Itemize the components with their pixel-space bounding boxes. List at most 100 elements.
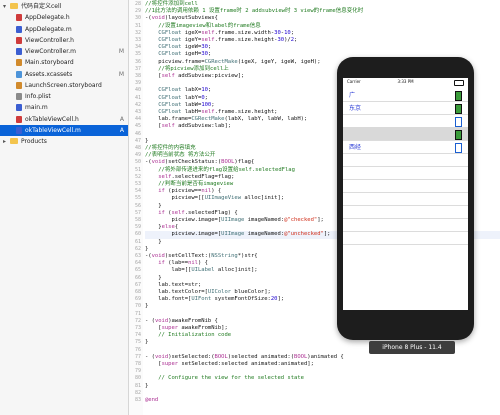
navigator-item[interactable]: main.m <box>0 102 128 113</box>
code-line[interactable]: -(void)layoutSubviews{ <box>145 15 500 22</box>
file-icon <box>16 48 22 55</box>
unchecked-icon <box>455 143 462 153</box>
line-number: 77 <box>134 353 141 360</box>
line-number: 80 <box>134 375 141 382</box>
line-number: 31 <box>134 22 141 29</box>
status-time: 3:33 PM <box>397 79 414 84</box>
disclosure-triangle-icon[interactable]: ▾ <box>3 1 6 12</box>
table-cell[interactable] <box>343 205 468 219</box>
line-number: 39 <box>134 80 141 87</box>
code-line[interactable]: //设置imageview和label的frame信息 <box>145 23 500 30</box>
navigator-item[interactable]: ▸ Products <box>0 136 128 147</box>
code-line[interactable]: CGFloat igeW=30; <box>145 44 500 51</box>
cell-label: 广 <box>349 92 356 99</box>
code-line[interactable]: } <box>145 383 500 390</box>
navigator-item-label: Info.plist <box>25 93 51 100</box>
line-number: 70 <box>134 303 141 310</box>
code-line[interactable]: - (void)setSelected:(BOOL)selected anima… <box>145 354 500 361</box>
disclosure-triangle-icon[interactable]: ▸ <box>3 136 6 147</box>
navigator-item[interactable]: ViewController.m M <box>0 46 128 57</box>
navigator-item[interactable]: okTableViewCell.h A <box>0 114 128 125</box>
file-icon <box>16 115 22 123</box>
line-number: 67 <box>134 281 141 288</box>
line-number: 38 <box>134 73 141 79</box>
project-navigator: ▾ 代码自定义cell AppDelegate.h AppDelegate.m View… <box>0 0 129 415</box>
table-cell[interactable] <box>343 166 468 180</box>
device-caption: iPhone 8 Plus - 11.4 <box>369 341 455 354</box>
line-number: 81 <box>134 382 141 389</box>
line-number: 48 <box>134 145 141 151</box>
table-cell[interactable] <box>343 114 468 128</box>
navigator-item[interactable]: Main.storyboard <box>0 57 128 68</box>
line-number: 71 <box>134 310 141 317</box>
line-number: 45 <box>134 123 141 130</box>
table-cell[interactable]: 西经 <box>343 140 468 154</box>
navigator-item[interactable]: ▾ 代码自定义cell <box>0 1 128 12</box>
code-line[interactable]: [super setSelected:selected animated:ani… <box>145 361 500 368</box>
line-number: 55 <box>134 195 141 202</box>
code-line[interactable]: CGFloat igeX=self.frame.size.width-30-10… <box>145 30 500 37</box>
navigator-item[interactable]: LaunchScreen.storyboard <box>0 80 128 91</box>
line-number-gutter: 28 29 30 31 32 33 34 35 36 37 38 39 40 41 42 43 44 45 46 47… <box>129 0 143 415</box>
navigator-item-label: main.m <box>25 104 48 112</box>
folder-icon <box>10 138 18 144</box>
simulator-screen[interactable]: Carrier 3:33 PM 广东京西经 <box>343 78 468 310</box>
line-number: 79 <box>134 368 141 375</box>
line-number: 60 <box>134 231 141 238</box>
line-number: 58 <box>134 217 141 223</box>
battery-icon <box>454 80 464 86</box>
code-line[interactable] <box>145 368 500 375</box>
checked-icon <box>455 104 462 114</box>
navigator-item[interactable]: okTableViewCell.m A <box>0 124 128 136</box>
table-cell[interactable] <box>343 153 468 167</box>
line-number: 83 <box>134 397 141 403</box>
line-number: 61 <box>134 238 141 245</box>
navigator-item[interactable]: Assets.xcassets M <box>0 69 128 80</box>
table-cell[interactable] <box>343 127 468 141</box>
status-bar: Carrier 3:33 PM <box>343 78 468 86</box>
table-cell[interactable] <box>343 218 468 232</box>
line-number: 34 <box>134 44 141 51</box>
code-line[interactable]: //1此方法的调用依赖 1 设置frame时 2 addsubview时 3 v… <box>145 8 500 15</box>
file-icon <box>16 14 22 22</box>
line-number: 68 <box>134 289 141 295</box>
code-line[interactable]: @end <box>145 397 500 404</box>
line-number: 63 <box>134 253 141 259</box>
line-number: 43 <box>134 109 141 115</box>
line-number: 69 <box>134 296 141 303</box>
cell-label: 西经 <box>349 144 362 151</box>
file-icon <box>16 36 22 44</box>
navigator-item[interactable]: Info.plist <box>0 91 128 102</box>
code-line[interactable] <box>145 390 500 397</box>
code-line[interactable]: CGFloat igeY=self.frame.size.height-30)/… <box>145 37 500 44</box>
checked-icon <box>455 130 462 140</box>
table-cell[interactable] <box>343 192 468 206</box>
navigator-item-label: okTableViewCell.h <box>25 115 79 123</box>
line-number: 29 <box>134 8 141 15</box>
line-number: 32 <box>134 29 141 36</box>
table-cell[interactable]: 东京 <box>343 101 468 115</box>
line-number: 44 <box>134 116 141 123</box>
table-cell[interactable]: 广 <box>343 88 468 102</box>
line-number: 37 <box>134 65 141 72</box>
navigator-item[interactable]: AppDelegate.m <box>0 24 128 35</box>
navigator-item-label: okTableViewCell.m <box>25 126 81 134</box>
table-cell[interactable] <box>343 231 468 245</box>
line-number: 40 <box>134 87 141 94</box>
code-line[interactable]: // Configure the view for the selected s… <box>145 375 500 382</box>
line-number: 72 <box>134 317 141 324</box>
line-number: 54 <box>134 188 141 195</box>
line-number: 56 <box>134 202 141 209</box>
file-icon <box>16 81 22 89</box>
line-number: 62 <box>134 245 141 252</box>
navigator-item[interactable]: AppDelegate.h <box>0 12 128 23</box>
iphone-simulator[interactable]: Carrier 3:33 PM 广东京西经 <box>337 57 474 340</box>
line-number: 53 <box>134 181 141 187</box>
file-icon <box>16 70 22 78</box>
line-number: 57 <box>134 209 141 216</box>
scm-status-badge: A <box>119 115 124 123</box>
line-number: 30 <box>134 15 141 22</box>
table-cell[interactable] <box>343 179 468 193</box>
navigator-item[interactable]: ViewController.h <box>0 35 128 46</box>
scm-status-badge: A <box>119 126 124 134</box>
